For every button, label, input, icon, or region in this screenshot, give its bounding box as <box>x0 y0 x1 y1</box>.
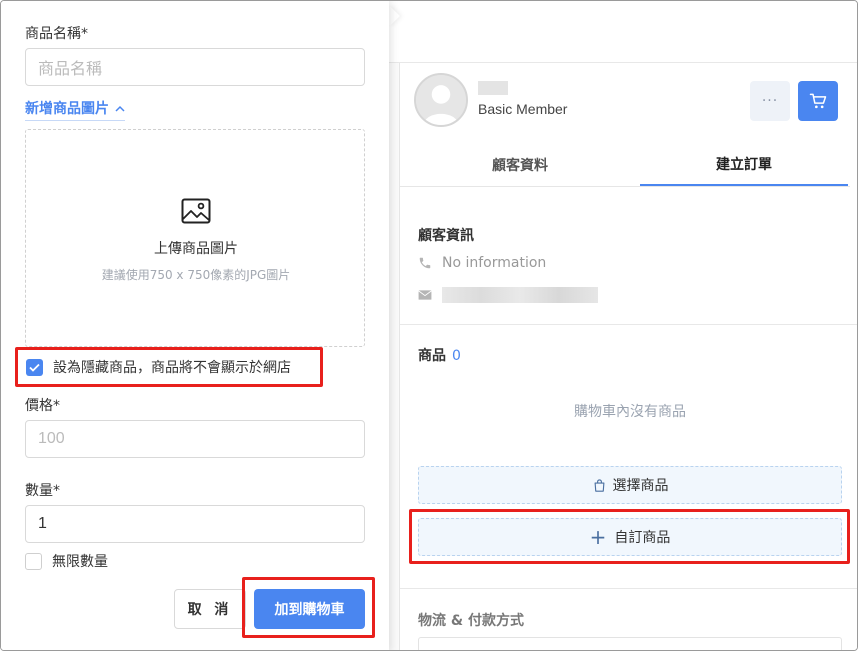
select-products-label: 選擇商品 <box>612 478 669 494</box>
cart-button[interactable] <box>798 81 838 121</box>
price-label: 價格* <box>25 398 60 414</box>
tab-create-order[interactable]: 建立訂單 <box>640 143 848 187</box>
customer-phone: No information <box>442 255 547 271</box>
customer-email-redacted <box>442 287 598 303</box>
customer-info-title: 顧客資訊 <box>418 228 474 244</box>
section-divider <box>400 324 857 325</box>
upload-hint: 建議使用750 x 750像素的JPG圖片 <box>101 268 291 282</box>
unlimited-quantity-option[interactable]: 無限數量 <box>25 551 108 571</box>
member-name-redacted <box>478 81 508 95</box>
highlight-custom-product <box>409 509 850 564</box>
unlimited-quantity-label: 無限數量 <box>52 554 108 570</box>
tab-customer-data[interactable]: 顧客資料 <box>400 143 640 187</box>
more-button[interactable]: ··· <box>750 81 790 121</box>
add-product-image-label: 新增商品圖片 <box>25 101 109 117</box>
image-icon <box>181 198 211 224</box>
upload-title: 上傳商品圖片 <box>154 241 238 257</box>
products-title: 商品 0 <box>418 345 461 365</box>
product-name-input[interactable]: 商品名稱 <box>25 48 365 86</box>
checkmark-icon <box>29 363 40 372</box>
custom-product-form: 商品名稱* 商品名稱 新增商品圖片 上傳商品圖片 建議使用750 x 750像素… <box>1 1 389 650</box>
unlimited-quantity-checkbox[interactable] <box>25 552 42 570</box>
hidden-product-checkbox[interactable] <box>26 358 43 376</box>
select-products-button[interactable]: 選擇商品 <box>418 466 842 504</box>
avatar <box>414 73 468 127</box>
section-divider <box>400 588 857 589</box>
mail-icon <box>418 290 432 300</box>
add-to-cart-button[interactable]: 加到購物車 <box>254 589 365 629</box>
app-window: Basic Member ··· 顧客資料 建立訂單 顧客資訊 No infor… <box>0 0 858 651</box>
chevron-up-icon <box>115 105 125 112</box>
add-product-image-toggle[interactable]: 新增商品圖片 <box>25 98 125 121</box>
more-dots-icon: ··· <box>761 93 779 109</box>
products-title-label: 商品 <box>418 348 446 364</box>
products-count: 0 <box>452 348 461 364</box>
image-upload-dropzone[interactable]: 上傳商品圖片 建議使用750 x 750像素的JPG圖片 <box>25 129 365 347</box>
phone-icon <box>419 257 431 269</box>
order-tabs: 顧客資料 建立訂單 <box>400 143 850 187</box>
quantity-label: 數量* <box>25 483 60 499</box>
customer-phone-row: No information <box>418 255 546 271</box>
hidden-product-option[interactable]: 設為隱藏商品，商品將不會顯示於網店 <box>15 347 323 387</box>
tabs-divider <box>400 186 850 187</box>
cancel-button[interactable]: 取 消 <box>174 589 246 629</box>
user-avatar-icon <box>416 75 466 125</box>
product-name-label: 商品名稱* <box>25 26 88 42</box>
cart-icon <box>809 93 827 109</box>
quantity-input[interactable]: 1 <box>25 505 365 543</box>
price-input[interactable]: 100 <box>25 420 365 458</box>
shopping-bag-icon <box>594 478 604 492</box>
customer-email-row <box>418 287 598 303</box>
empty-cart-message: 購物車內沒有商品 <box>574 404 686 420</box>
member-level: Basic Member <box>478 101 568 117</box>
shipping-payment-title: 物流 & 付款方式 <box>418 613 524 629</box>
hidden-product-label: 設為隱藏商品，商品將不會顯示於網店 <box>53 360 291 376</box>
shipping-method-select[interactable] <box>418 637 842 650</box>
